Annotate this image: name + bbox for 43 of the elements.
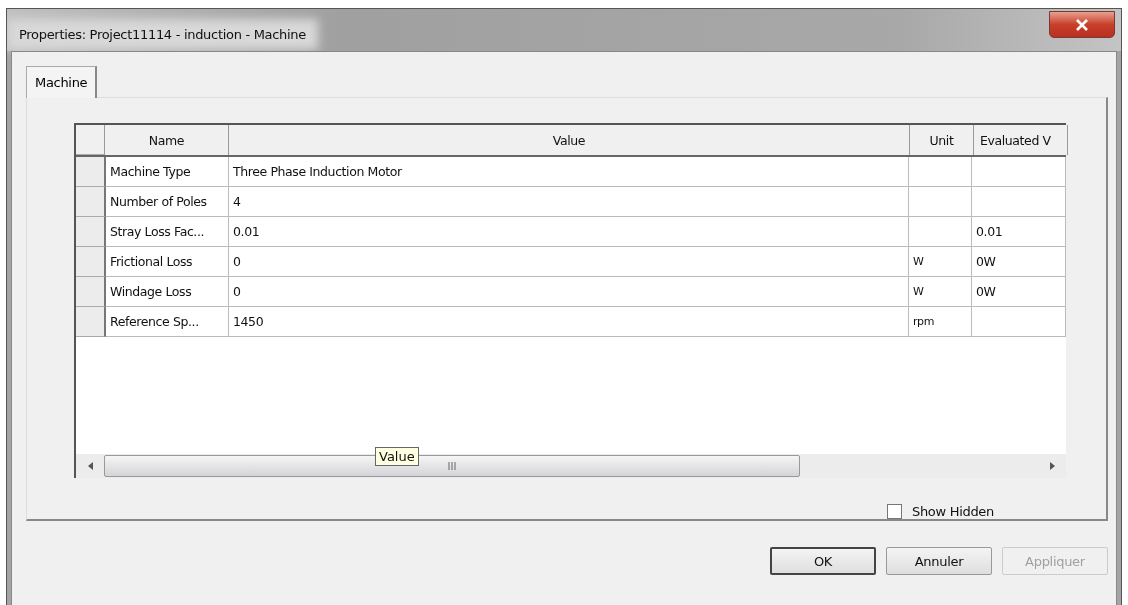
table-cell: Three Phase Induction Motor bbox=[229, 157, 909, 187]
row-header[interactable] bbox=[76, 157, 106, 187]
table-cell: 0W bbox=[972, 247, 1066, 277]
column-header[interactable]: Name bbox=[105, 125, 229, 155]
table-cell: Machine Type bbox=[106, 157, 229, 187]
table-cell: 1450 bbox=[229, 307, 909, 337]
table-cell: Stray Loss Fac... bbox=[106, 217, 229, 247]
close-icon bbox=[1075, 18, 1089, 31]
table-cell bbox=[909, 187, 972, 217]
table-cell bbox=[909, 157, 972, 187]
right-arrow-icon bbox=[1049, 462, 1055, 470]
table-cell: 4 bbox=[229, 187, 909, 217]
table-cell: 0.01 bbox=[972, 217, 1066, 247]
table-cell: rpm bbox=[909, 307, 972, 337]
column-header[interactable]: Unit bbox=[910, 125, 974, 155]
row-header[interactable] bbox=[76, 217, 106, 247]
corner-cell bbox=[76, 125, 105, 155]
column-header[interactable]: Value bbox=[229, 125, 910, 155]
table-cell: Number of Poles bbox=[106, 187, 229, 217]
table-cell: W bbox=[909, 277, 972, 307]
tooltip: Value bbox=[375, 447, 419, 466]
left-arrow-icon bbox=[87, 462, 93, 470]
grip-icon bbox=[448, 462, 456, 470]
table-cell: 0 bbox=[229, 247, 909, 277]
table-cell bbox=[909, 217, 972, 247]
close-button[interactable] bbox=[1049, 11, 1115, 38]
tab[interactable]: Machine bbox=[26, 66, 98, 98]
row-header[interactable] bbox=[76, 187, 106, 217]
show-hidden-checkbox[interactable]: Show Hidden bbox=[886, 504, 994, 519]
table-cell: 0.01 bbox=[229, 217, 909, 247]
dialog-button[interactable]: Annuler bbox=[886, 547, 992, 575]
row-header[interactable] bbox=[76, 307, 106, 337]
window-title: Properties: Project11114 - induction - Machine bbox=[15, 27, 310, 42]
table-cell: Windage Loss bbox=[106, 277, 229, 307]
column-header[interactable]: Evaluated V bbox=[974, 125, 1068, 155]
table-cell: Frictional Loss bbox=[106, 247, 229, 277]
row-header[interactable] bbox=[76, 247, 106, 277]
table-cell: Reference Sp... bbox=[106, 307, 229, 337]
dialog-button[interactable]: OK bbox=[770, 547, 876, 575]
table-cell: 0W bbox=[972, 277, 1066, 307]
table-cell: 0 bbox=[229, 277, 909, 307]
row-header[interactable] bbox=[76, 277, 106, 307]
table-cell: W bbox=[909, 247, 972, 277]
